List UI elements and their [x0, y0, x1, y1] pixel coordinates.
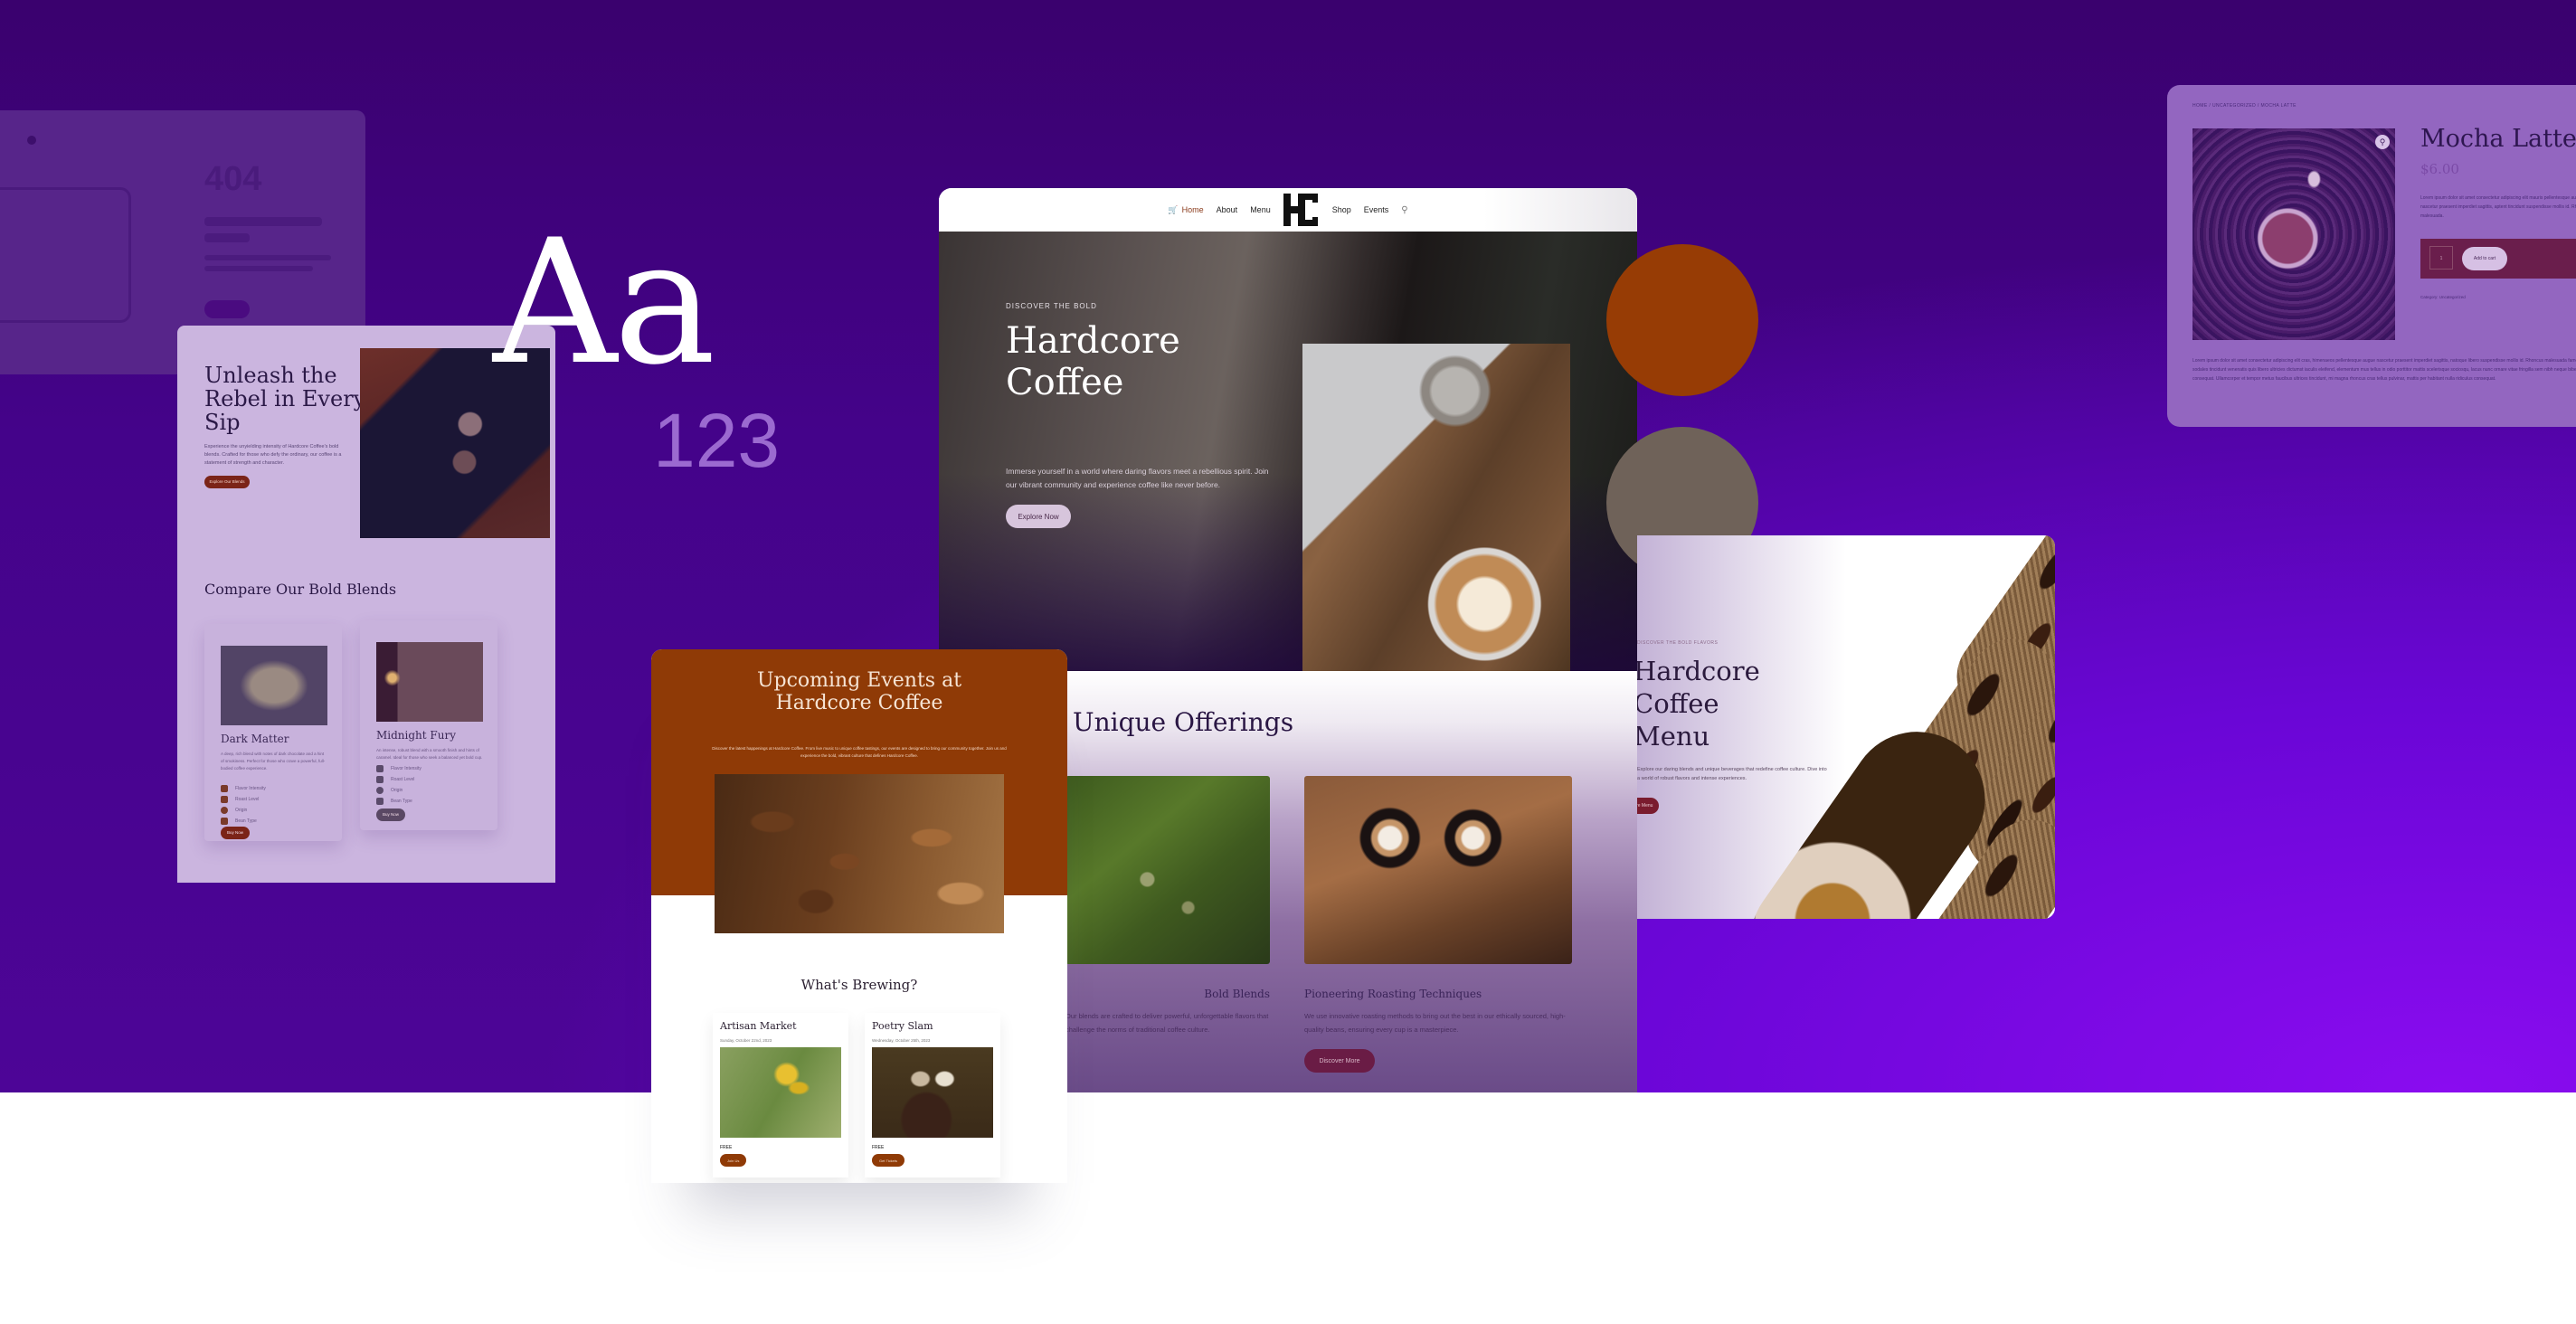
compare-title: Compare Our Bold Blends [204, 581, 397, 598]
blend-card: Dark Matter A deep, rich blend with note… [204, 624, 342, 841]
events-description: Discover the latest happenings at Hardco… [712, 746, 1007, 758]
blend-text: A deep, rich blend with notes of dark ch… [221, 752, 326, 771]
events-title: Upcoming Events at Hardcore Coffee [756, 669, 962, 714]
add-to-cart-bar: 1 Add to cart [2420, 239, 2576, 279]
latte-image [1302, 344, 1570, 682]
blend-feature: Origin [221, 807, 247, 814]
blend-image [376, 642, 483, 722]
ghost-button [204, 300, 250, 318]
discover-more-button[interactable]: Discover More [1304, 1049, 1375, 1073]
offering-text: We use innovative roasting methods to br… [1304, 1012, 1566, 1034]
showcase-canvas: 404 Unleash the Rebel in Every Sip Exper… [0, 0, 2576, 1324]
product-page-preview: HOME / UNCATEGORIZED / MOCHA LATTE ⚲ Moc… [2167, 85, 2576, 427]
blend-feature: Flavor Intensity [376, 765, 421, 772]
blend-name: Midnight Fury [376, 729, 456, 742]
cup-icon [376, 776, 384, 783]
nav-events[interactable]: Events [1364, 205, 1389, 214]
product-long-description: Lorem ipsum dolor sit amet consectetur a… [2192, 358, 2576, 382]
zoom-icon[interactable]: ⚲ [2375, 135, 2390, 149]
join-us-button[interactable]: Join Us [720, 1154, 747, 1167]
quantity-input[interactable]: 1 [2429, 246, 2453, 270]
nav-about[interactable]: About [1217, 205, 1238, 214]
blend-feature: Origin [376, 787, 402, 794]
events-page-preview: Upcoming Events at Hardcore Coffee Disco… [651, 649, 1067, 1183]
event-date: Sunday, October 22nd, 2023 [720, 1038, 772, 1043]
menu-page-preview: DISCOVER THE BOLD FLAVORS Hardcore Coffe… [1637, 535, 2055, 919]
product-price: $6.00 [2420, 161, 2459, 177]
menu-kicker: DISCOVER THE BOLD FLAVORS [1637, 640, 1719, 646]
blend-feature: Bean Type [221, 818, 257, 825]
blend-image [221, 646, 327, 725]
offering-heading: Pioneering Roasting Techniques [1304, 988, 1482, 1000]
add-to-cart-button[interactable]: Add to cart [2462, 247, 2507, 270]
event-title: Poetry Slam [872, 1020, 933, 1032]
explore-menu-button[interactable]: Explore Menu [1637, 798, 1659, 814]
ghost-line [204, 255, 331, 260]
ghost-frame [0, 187, 131, 323]
event-image [872, 1047, 993, 1138]
hero-kicker: DISCOVER THE BOLD [1006, 302, 1097, 310]
cart-icon: 🛒 [1168, 204, 1179, 214]
product-title: Mocha Latte [2420, 125, 2576, 153]
coffee-beans-image [715, 774, 1004, 933]
main-nav: 🛒 Home About Menu Shop Events ⚲ [939, 188, 1637, 232]
blend-card: Midnight Fury An intense, robust blend w… [360, 620, 497, 830]
nav-home[interactable]: 🛒 Home [1168, 205, 1203, 215]
error-code: 404 [204, 160, 262, 198]
get-tickets-button[interactable]: Get Tickets [872, 1154, 905, 1167]
explore-blends-button[interactable]: Explore Our Blends [204, 476, 250, 488]
event-card: Poetry Slam Wednesday, October 25th, 202… [865, 1013, 1000, 1177]
event-card: Artisan Market Sunday, October 22nd, 202… [713, 1013, 848, 1177]
ghost-dot [27, 136, 36, 145]
offering-text: Our blends are crafted to deliver powerf… [1065, 1012, 1269, 1034]
blend-feature: Flavor Intensity [221, 785, 266, 792]
leaf-image [1065, 776, 1270, 964]
globe-icon [221, 807, 228, 814]
blend-text: An intense, robust blend with a smooth f… [376, 748, 483, 760]
event-image [720, 1047, 841, 1138]
swatch-burnt-orange [1606, 244, 1758, 396]
product-short-description: Lorem ipsum dolor sit amet consectetur a… [2420, 195, 2576, 219]
event-date: Wednesday, October 25th, 2023 [872, 1038, 931, 1043]
menu-text: Explore our daring blends and unique bev… [1637, 767, 1827, 781]
cup-icon [221, 785, 228, 792]
bean-icon [376, 798, 384, 805]
typeface-sample-numerals: 123 [653, 398, 781, 483]
cup-icon [221, 796, 228, 803]
globe-icon [376, 787, 384, 794]
blend-feature: Roast Level [221, 796, 259, 803]
event-title: Artisan Market [720, 1020, 797, 1032]
nav-menu[interactable]: Menu [1250, 205, 1271, 214]
buy-now-button[interactable]: Buy Now [376, 809, 405, 821]
ghost-line [204, 266, 313, 271]
offerings-title: Unique Offerings [1073, 707, 1294, 737]
product-category: Category: Uncategorized [2420, 295, 2466, 299]
whats-brewing-title: What's Brewing? [800, 977, 918, 993]
hero-title: Hardcore Coffee [1006, 320, 1180, 403]
hc-logo[interactable] [1283, 194, 1320, 226]
search-icon[interactable]: ⚲ [1401, 205, 1407, 215]
typeface-sample-letters: Aa [493, 203, 715, 402]
explore-now-button[interactable]: Explore Now [1006, 505, 1071, 528]
blend-name: Dark Matter [221, 733, 289, 745]
blend-feature: Roast Level [376, 776, 414, 783]
ghost-line [204, 217, 322, 226]
about-text: Experience the unyielding intensity of H… [204, 444, 342, 466]
cup-icon [376, 765, 384, 772]
breadcrumb[interactable]: HOME / UNCATEGORIZED / MOCHA LATTE [2192, 103, 2297, 109]
about-title: Unleash the Rebel in Every Sip [204, 363, 366, 435]
menu-title: Hardcore Coffee Menu [1637, 656, 1760, 752]
hero-section: DISCOVER THE BOLD Hardcore Coffee Immers… [939, 232, 1637, 682]
event-price: FREE [720, 1145, 733, 1150]
ghost-line [204, 233, 250, 242]
bean-icon [221, 818, 228, 825]
event-price: FREE [872, 1145, 885, 1150]
hero-subtitle: Immerse yourself in a world where daring… [1006, 467, 1269, 489]
about-page-preview: Unleash the Rebel in Every Sip Experienc… [177, 326, 555, 883]
buy-now-button[interactable]: Buy Now [221, 827, 250, 839]
latte-cups-image [1304, 776, 1572, 964]
blend-feature: Bean Type [376, 798, 412, 805]
nav-shop[interactable]: Shop [1332, 205, 1351, 214]
product-image [2192, 128, 2395, 340]
